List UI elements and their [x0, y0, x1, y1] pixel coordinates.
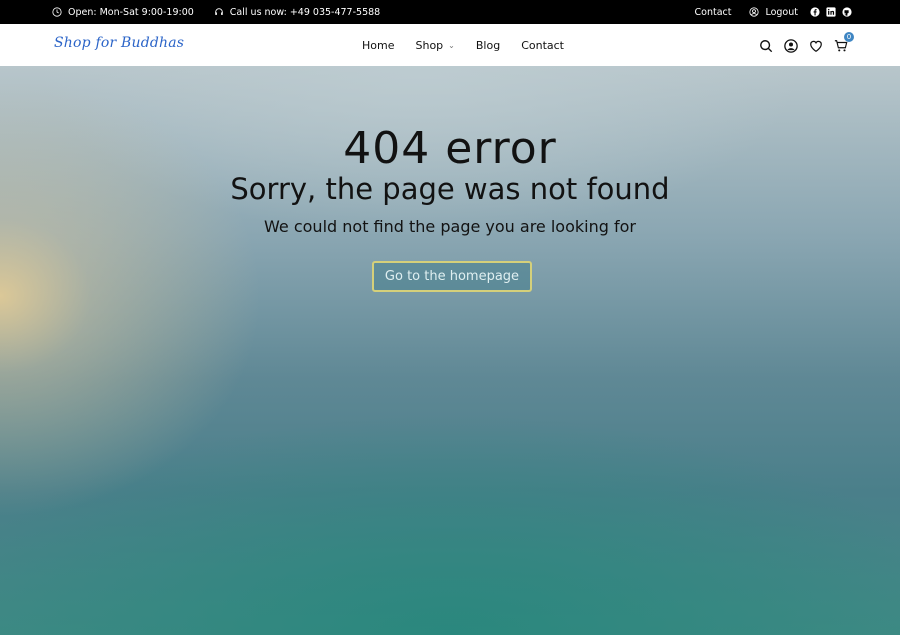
error-title: 404 error	[343, 123, 557, 174]
clock-icon	[52, 7, 62, 17]
error-hero: 404 error Sorry, the page was not found …	[0, 66, 900, 635]
top-bar: Open: Mon-Sat 9:00-19:00 Call us now: +4…	[0, 0, 900, 24]
error-subtitle: Sorry, the page was not found	[230, 172, 670, 206]
github-icon[interactable]	[842, 7, 852, 17]
opening-hours: Open: Mon-Sat 9:00-19:00	[52, 7, 194, 18]
search-icon[interactable]	[759, 38, 773, 53]
error-description: We could not find the page you are looki…	[264, 217, 636, 236]
topbar-contact-link[interactable]: Contact	[695, 7, 732, 18]
site-logo[interactable]: Shop for Buddhas	[54, 35, 184, 51]
user-icon	[749, 7, 760, 17]
phone-info: Call us now: +49 035-477-5588	[214, 7, 380, 18]
cart-count-badge: 0	[844, 32, 854, 42]
facebook-icon[interactable]	[810, 7, 820, 17]
logout-label: Logout	[765, 6, 798, 18]
nav-contact[interactable]: Contact	[521, 39, 564, 52]
main-nav: Home Shop ⌄ Blog Contact	[362, 24, 564, 66]
phone-text: Call us now: +49 035-477-5588	[229, 6, 381, 18]
header-actions: 0	[759, 24, 854, 66]
headset-icon	[215, 8, 223, 15]
opening-hours-text: Open: Mon-Sat 9:00-19:00	[68, 6, 194, 18]
go-home-button[interactable]: Go to the homepage	[372, 261, 532, 292]
nav-blog[interactable]: Blog	[476, 39, 500, 52]
account-icon[interactable]	[784, 38, 798, 53]
social-links	[810, 7, 852, 17]
heart-icon[interactable]	[809, 38, 823, 52]
linkedin-icon[interactable]	[826, 7, 836, 17]
top-bar-right: Contact Logout	[695, 0, 853, 24]
main-header: Shop for Buddhas Home Shop ⌄ Blog Contac…	[0, 24, 900, 66]
nav-shop[interactable]: Shop ⌄	[415, 39, 454, 52]
top-bar-left: Open: Mon-Sat 9:00-19:00 Call us now: +4…	[52, 0, 380, 24]
nav-shop-label: Shop	[415, 38, 444, 52]
chevron-down-icon: ⌄	[448, 40, 455, 50]
nav-home[interactable]: Home	[362, 39, 394, 52]
cart-icon[interactable]: 0	[834, 32, 854, 52]
logout-link[interactable]: Logout	[749, 7, 798, 18]
